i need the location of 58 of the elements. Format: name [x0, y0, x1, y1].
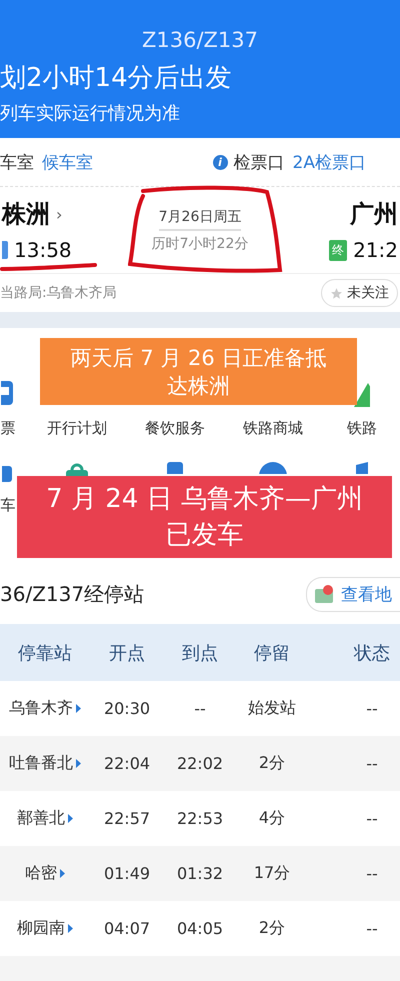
notice-text: 列车实际运行情况为准 [0, 102, 181, 125]
follow-button[interactable]: 未关注 [321, 279, 398, 307]
table-cell-text: 22:57 [102, 809, 152, 828]
chevron-icon: › [56, 204, 62, 224]
waiting-room-value: 候车室 [42, 152, 93, 174]
table-cell-text: -- [365, 809, 379, 828]
station-cell[interactable]: 吐鲁番北 [9, 753, 73, 774]
departure-station[interactable]: 株洲 [2, 198, 50, 230]
arrival-station[interactable]: 广州 [350, 198, 398, 230]
station-cell[interactable]: 鄯善北 [17, 808, 65, 829]
column-header: 停留 [253, 642, 291, 664]
info-icon: i [212, 154, 228, 170]
station-cell[interactable]: 乌鲁木齐 [9, 698, 73, 719]
table-cell-text: 始发站 [247, 698, 297, 719]
table-cell-text: 22:04 [102, 754, 152, 773]
column-header: 开点 [108, 642, 146, 664]
section-title: 36/Z137经停站 [0, 580, 144, 608]
table-cell-text: 22:53 [176, 809, 224, 828]
table-cell-text: 01:32 [176, 864, 224, 883]
service-label[interactable]: 车 [0, 496, 16, 515]
departure-time: 13:58 [14, 238, 72, 262]
service-label[interactable]: 开行计划 [47, 419, 107, 438]
column-header: 状态 [352, 642, 391, 664]
gate-value: 2A检票口 [292, 152, 366, 174]
station-cell[interactable]: 哈密 [25, 863, 57, 884]
service-label[interactable]: 铁路商城 [243, 419, 303, 438]
table-cell-text: 04:07 [102, 919, 152, 938]
table-cell-text: -- [365, 699, 379, 718]
table-cell-text: 01:49 [102, 864, 152, 883]
map-button[interactable]: 查看地 [306, 576, 400, 612]
column-header: 停靠站 [17, 642, 73, 664]
train-number: Z136/Z137 [142, 28, 258, 52]
table-cell-text: -- [365, 754, 379, 773]
table-cell-text: -- [365, 919, 379, 938]
gate-label: 检票口 [234, 152, 285, 174]
notice-banner: 两天后 7 月 26 日正准备抵达株洲 [40, 338, 357, 405]
table-cell-text: 17分 [252, 863, 292, 884]
service-label[interactable]: 餐饮服务 [145, 419, 205, 438]
arrival-time: 21:2 [353, 238, 398, 262]
table-cell-text: 4分 [258, 808, 286, 829]
travel-duration: 历时7小时22分 [152, 234, 248, 252]
table-cell-text: 04:05 [176, 919, 224, 938]
service-label[interactable]: 票 [0, 419, 16, 438]
table-cell-text: 20:30 [102, 699, 152, 718]
terminal-badge: 终 [329, 240, 348, 260]
table-cell-text: 2分 [258, 918, 286, 939]
table-cell-text: -- [365, 864, 379, 883]
station-cell[interactable]: 柳园南 [17, 918, 65, 939]
column-header: 到点 [181, 642, 219, 664]
waiting-room-label: 车室 [0, 152, 34, 174]
travel-date: 7月26日周五 [158, 208, 242, 230]
notice-banner: 7 月 24 日 乌鲁木齐—广州已发车 [17, 476, 392, 558]
table-cell-text: 2分 [258, 753, 286, 774]
departure-countdown: 划2小时14分后出发 [0, 62, 233, 95]
table-cell-text: 22:02 [176, 754, 224, 773]
service-label[interactable]: 铁路 [347, 419, 377, 438]
railway-bureau: 当路局:乌鲁木齐局 [0, 284, 117, 302]
table-cell-text: -- [193, 699, 207, 718]
